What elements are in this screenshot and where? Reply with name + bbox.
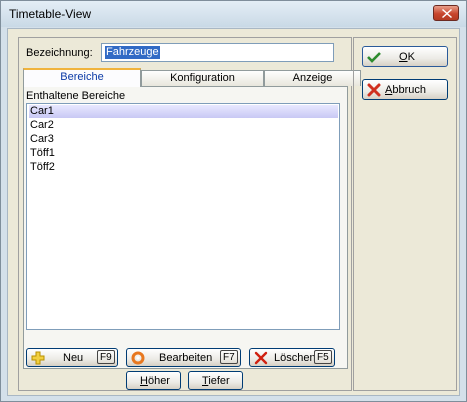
ok-button[interactable]: OK [362,46,448,67]
neu-label: Neu [63,352,84,364]
tiefer-button[interactable]: Tiefer [188,371,243,390]
bearbeiten-shortcut: F7 [220,350,238,364]
close-button[interactable] [433,5,459,21]
cross-icon [367,83,381,97]
enthaltene-bereiche-label: Enthaltene Bereiche [26,90,126,102]
hoeher-button[interactable]: Höher [126,371,181,390]
tab-strip: Bereiche Konfiguration Anzeige [23,68,361,87]
dialog-window: Timetable-View Bezeichnung: Fahrzeuge Be… [0,0,467,402]
close-icon [442,9,452,18]
title-bar[interactable]: Timetable-View [1,1,466,27]
list-item[interactable]: Car3 [29,133,338,146]
bearbeiten-button[interactable]: Bearbeiten F7 [126,348,241,367]
list-item[interactable]: Car2 [29,119,338,132]
loeschen-shortcut: F5 [314,350,332,364]
bezeichnung-label: Bezeichnung: [26,47,93,59]
list-item[interactable]: Car1 [29,105,338,118]
dialog-body: Bezeichnung: Fahrzeuge Bereiche Konfigur… [7,28,460,396]
hoeher-label: Höher [140,375,170,387]
main-panel: Bezeichnung: Fahrzeuge Bereiche Konfigur… [18,37,361,391]
list-item[interactable]: Töff2 [29,161,338,174]
tab-bereiche[interactable]: Bereiche [23,68,141,87]
tab-anzeige[interactable]: Anzeige [264,70,361,86]
action-panel: OK Abbruch [353,37,457,391]
delete-cross-icon [254,351,268,365]
bearbeiten-label: Bearbeiten [159,352,213,364]
list-item[interactable]: Töff1 [29,147,338,160]
bezeichnung-value: Fahrzeuge [105,46,160,59]
window-title: Timetable-View [9,7,92,21]
edit-ring-icon [131,351,145,365]
plus-icon [31,351,45,365]
abbruch-label: Abbruch [385,84,426,96]
ok-label: OK [399,51,415,63]
loeschen-label: Löschen [274,352,316,364]
tab-konfiguration[interactable]: Konfiguration [141,70,264,86]
bezeichnung-input[interactable]: Fahrzeuge [101,43,334,62]
abbruch-button[interactable]: Abbruch [362,79,448,100]
bereiche-listbox[interactable]: Car1 Car2 Car3 Töff1 Töff2 [26,103,340,330]
loeschen-button[interactable]: Löschen F5 [249,348,335,367]
tiefer-label: Tiefer [202,375,230,387]
neu-shortcut: F9 [97,350,115,364]
neu-button[interactable]: Neu F9 [26,348,118,367]
checkmark-icon [367,52,381,63]
